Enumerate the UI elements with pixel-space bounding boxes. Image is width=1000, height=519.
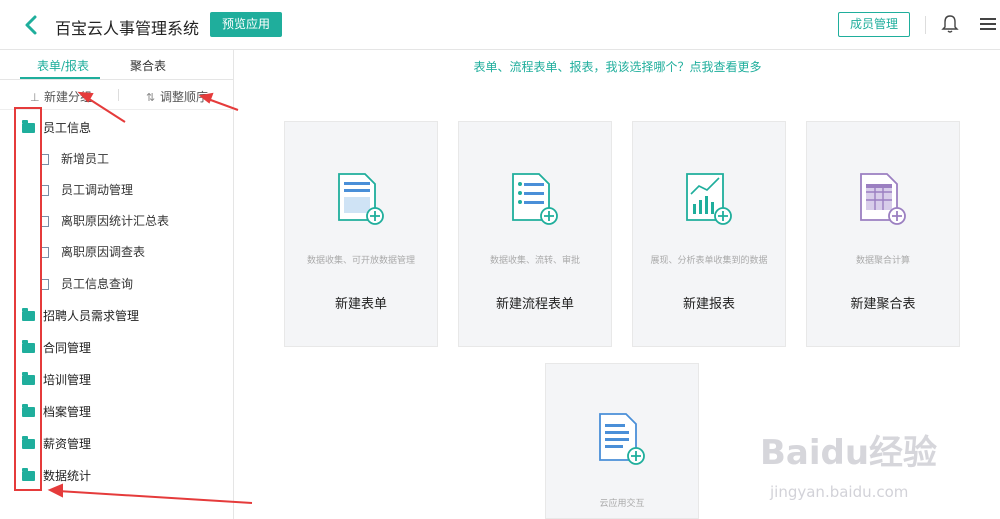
- tree-item-transfer[interactable]: 员工调动管理: [40, 181, 133, 198]
- tab-aggregate[interactable]: 聚合表: [130, 57, 166, 74]
- baidu-watermark-url: jingyan.baidu.com: [770, 483, 909, 501]
- folder-icon: [22, 308, 35, 321]
- app-title: 百宝云人事管理系统: [55, 19, 200, 38]
- report-icon: [40, 279, 49, 290]
- card-description: 数据收集、可开放数据管理: [306, 256, 415, 266]
- tab-forms-reports[interactable]: 表单/报表: [37, 57, 89, 74]
- folder-icon: [22, 372, 35, 385]
- folder-icon: [22, 404, 35, 417]
- tree-item-employee-query[interactable]: 员工信息查询: [40, 275, 133, 292]
- tree-folder-contract[interactable]: 合同管理: [22, 339, 91, 356]
- tree-folder-label: 数据统计: [43, 469, 92, 483]
- tree-item-resign-summary[interactable]: 离职原因统计汇总表: [40, 212, 169, 229]
- card-description: 展现、分析表单收集到的数据: [650, 256, 768, 266]
- bell-icon[interactable]: [941, 14, 959, 34]
- tree-folder-label: 员工信息: [43, 121, 92, 135]
- new-flow-form-icon: [512, 173, 558, 225]
- report-icon: [40, 185, 49, 196]
- folder-icon: [22, 120, 35, 133]
- back-arrow-icon[interactable]: [20, 12, 44, 38]
- card-description: 云应用交互: [599, 499, 645, 509]
- card-title: 新建流程表单: [495, 297, 574, 312]
- tree-folder-label: 合同管理: [43, 341, 92, 355]
- new-report-card[interactable]: 展现、分析表单收集到的数据 新建报表: [632, 121, 786, 347]
- new-aggregate-icon: [860, 173, 906, 225]
- actions-divider: [118, 89, 119, 101]
- card-title: 新建表单: [334, 297, 387, 312]
- sort-icon: ⇅: [146, 91, 156, 104]
- tree-folder-label: 招聘人员需求管理: [43, 309, 140, 323]
- top-bar: 百宝云人事管理系统 预览应用 成员管理: [0, 0, 1000, 50]
- form-icon: [40, 247, 49, 258]
- card-title: 新建报表: [682, 297, 735, 312]
- tree-item-new-employee[interactable]: 新增员工: [40, 150, 109, 167]
- active-tab-indicator: [20, 77, 100, 79]
- tree-folder-label: 培训管理: [43, 373, 92, 387]
- card-description: 数据收集、流转、审批: [489, 256, 580, 266]
- card-description: 数据聚合计算: [855, 256, 910, 266]
- tree-folder-label: 档案管理: [43, 405, 92, 419]
- tree-folder-salary[interactable]: 薪资管理: [22, 435, 91, 452]
- tree-item-resign-survey[interactable]: 离职原因调查表: [40, 243, 145, 260]
- tree-folder-archives[interactable]: 档案管理: [22, 403, 91, 420]
- tree-folder-training[interactable]: 培训管理: [22, 371, 91, 388]
- tree-folder-statistics[interactable]: 数据统计: [22, 467, 91, 484]
- tree-folder-label: 薪资管理: [43, 437, 92, 451]
- menu-icon[interactable]: [980, 17, 996, 31]
- form-icon: [40, 154, 49, 165]
- new-form-icon: [338, 173, 384, 225]
- reorder-label: 调整顺序: [160, 90, 209, 104]
- member-management-button[interactable]: 成员管理: [838, 12, 910, 37]
- new-flow-form-card[interactable]: 数据收集、流转、审批 新建流程表单: [458, 121, 612, 347]
- reorder-button[interactable]: ⇅ 调整顺序: [146, 88, 208, 105]
- new-aggregate-card[interactable]: 数据聚合计算 新建聚合表: [806, 121, 960, 347]
- cloud-interaction-card[interactable]: 云应用交互: [545, 363, 699, 519]
- folder-icon: [22, 468, 35, 481]
- card-title: 新建聚合表: [850, 297, 916, 312]
- tree-item-label: 离职原因调查表: [61, 245, 146, 259]
- tree-item-label: 新增员工: [61, 152, 110, 166]
- new-report-icon: [686, 173, 732, 225]
- sidebar-tabs: 表单/报表 聚合表: [0, 50, 234, 80]
- add-group-icon: ⊥: [30, 91, 40, 104]
- preview-app-button[interactable]: 预览应用: [210, 12, 282, 37]
- sidebar-actions: ⊥ 新建分组 ⇅ 调整顺序: [0, 80, 234, 110]
- tree-item-label: 员工信息查询: [61, 277, 134, 291]
- new-group-label: 新建分组: [44, 90, 93, 104]
- header-divider: [925, 16, 926, 34]
- tree-folder-employee-info[interactable]: 员工信息: [22, 119, 91, 136]
- sidebar: 表单/报表 聚合表 ⊥ 新建分组 ⇅ 调整顺序 员工信息 新增员工 员工调动管理 离…: [0, 50, 234, 519]
- tree-item-label: 离职原因统计汇总表: [61, 214, 170, 228]
- folder-icon: [22, 340, 35, 353]
- tree-folder-recruitment[interactable]: 招聘人员需求管理: [22, 307, 139, 324]
- tree-item-label: 员工调动管理: [61, 183, 134, 197]
- baidu-watermark: Baidu经验: [760, 433, 938, 473]
- help-hint-link[interactable]: 表单、流程表单、报表，我该选择哪个？点我查看更多: [235, 58, 1000, 75]
- new-group-button[interactable]: ⊥ 新建分组: [30, 88, 92, 105]
- cloud-interaction-icon: [599, 413, 645, 465]
- new-form-card[interactable]: 数据收集、可开放数据管理 新建表单: [284, 121, 438, 347]
- folder-icon: [22, 436, 35, 449]
- report-icon: [40, 216, 49, 227]
